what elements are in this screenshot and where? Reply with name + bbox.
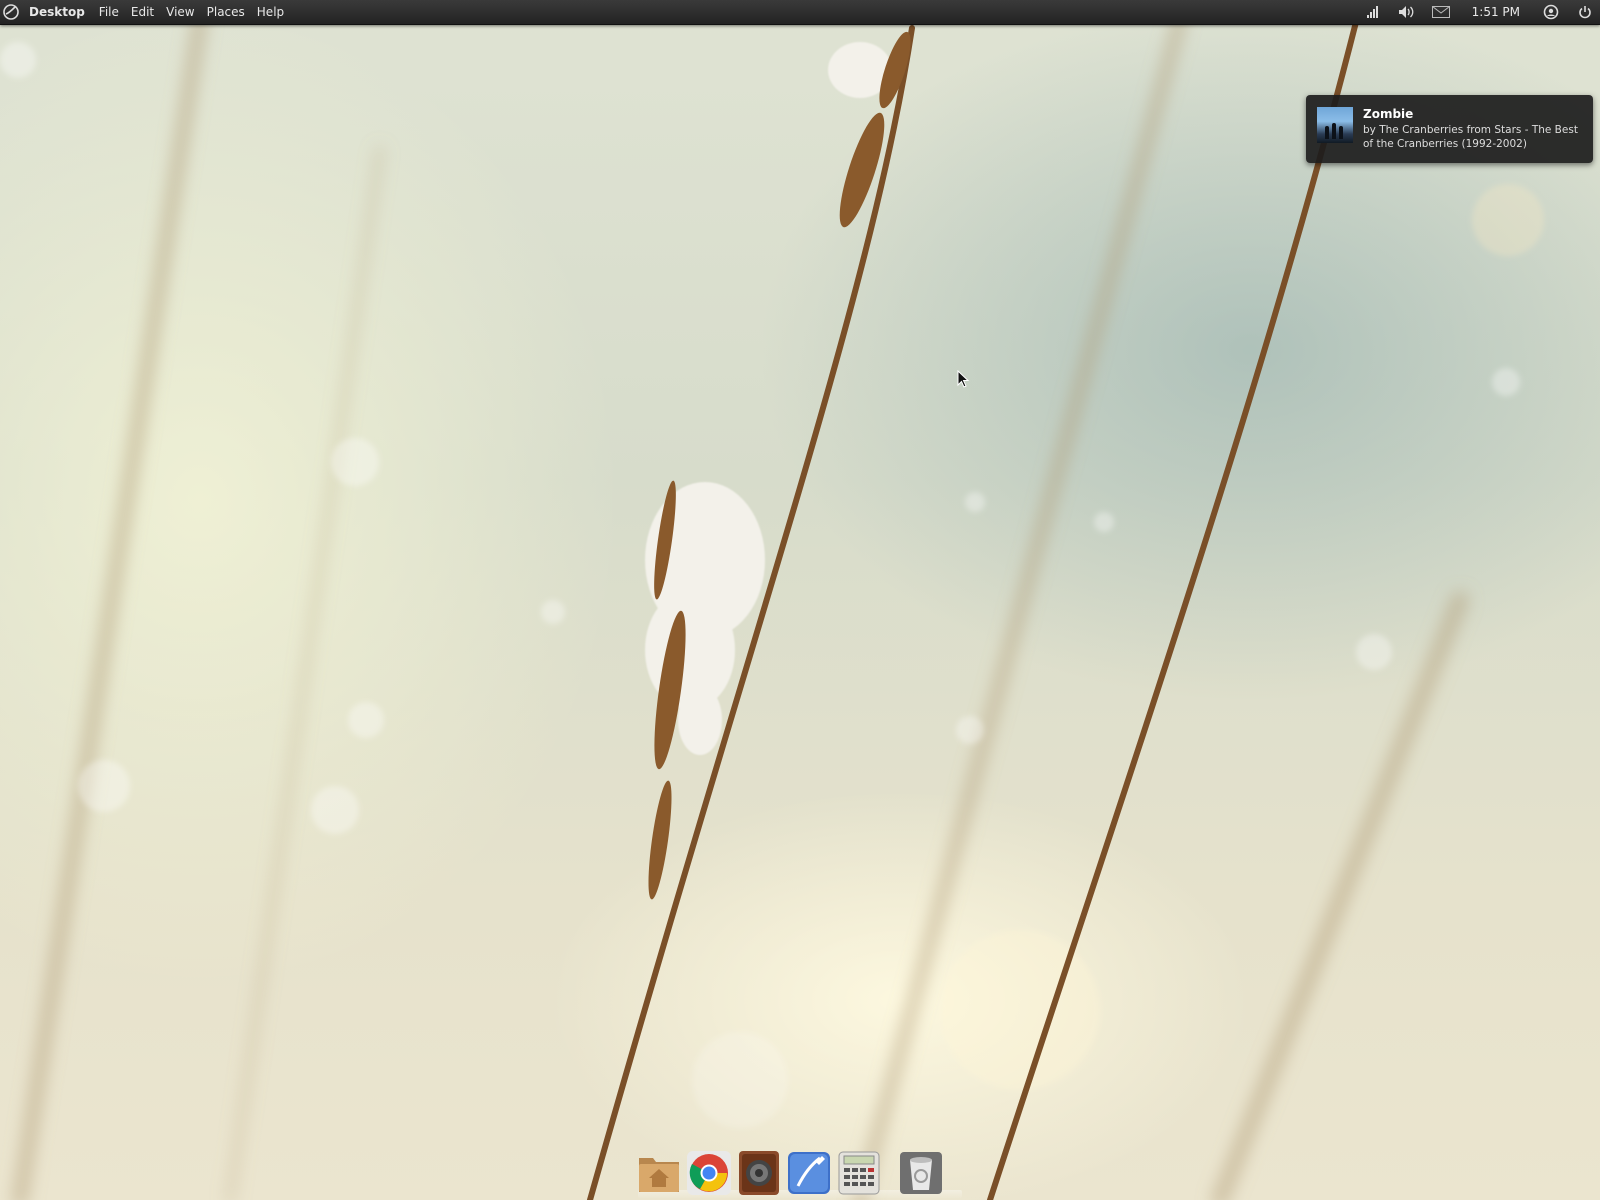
user-icon[interactable] xyxy=(1542,3,1560,21)
calculator-icon[interactable] xyxy=(836,1150,882,1196)
mail-icon[interactable] xyxy=(1431,3,1450,21)
menu-edit[interactable]: Edit xyxy=(125,0,160,24)
chrome-icon[interactable] xyxy=(686,1150,732,1196)
network-signal-icon[interactable] xyxy=(1364,3,1382,21)
trash-icon[interactable] xyxy=(898,1150,944,1196)
top-panel: Desktop File Edit View Places Help 1:51 … xyxy=(0,0,1600,25)
menu-file[interactable]: File xyxy=(93,0,125,24)
music-player-icon[interactable] xyxy=(736,1150,782,1196)
dock xyxy=(634,1140,968,1196)
notification-body: by The Cranberries from Stars - The Best… xyxy=(1363,124,1578,150)
desktop-wallpaper xyxy=(0,0,1600,1200)
volume-icon[interactable] xyxy=(1398,3,1416,21)
system-tray: 1:51 PM xyxy=(1356,0,1600,24)
power-icon[interactable] xyxy=(1576,3,1594,21)
menu-help[interactable]: Help xyxy=(251,0,290,24)
menu-places[interactable]: Places xyxy=(201,0,251,24)
album-art xyxy=(1317,107,1353,143)
elementary-logo-icon[interactable] xyxy=(3,4,19,20)
music-notification[interactable]: Zombie by The Cranberries from Stars - T… xyxy=(1306,95,1593,163)
clock[interactable]: 1:51 PM xyxy=(1472,5,1520,19)
dock-separator xyxy=(884,1150,896,1196)
home-folder-icon[interactable] xyxy=(636,1150,682,1196)
text-editor-icon[interactable] xyxy=(786,1150,832,1196)
mouse-cursor xyxy=(957,369,971,394)
menu-view[interactable]: View xyxy=(160,0,200,24)
app-menu-desktop[interactable]: Desktop xyxy=(29,0,91,24)
notification-title: Zombie xyxy=(1363,107,1414,121)
